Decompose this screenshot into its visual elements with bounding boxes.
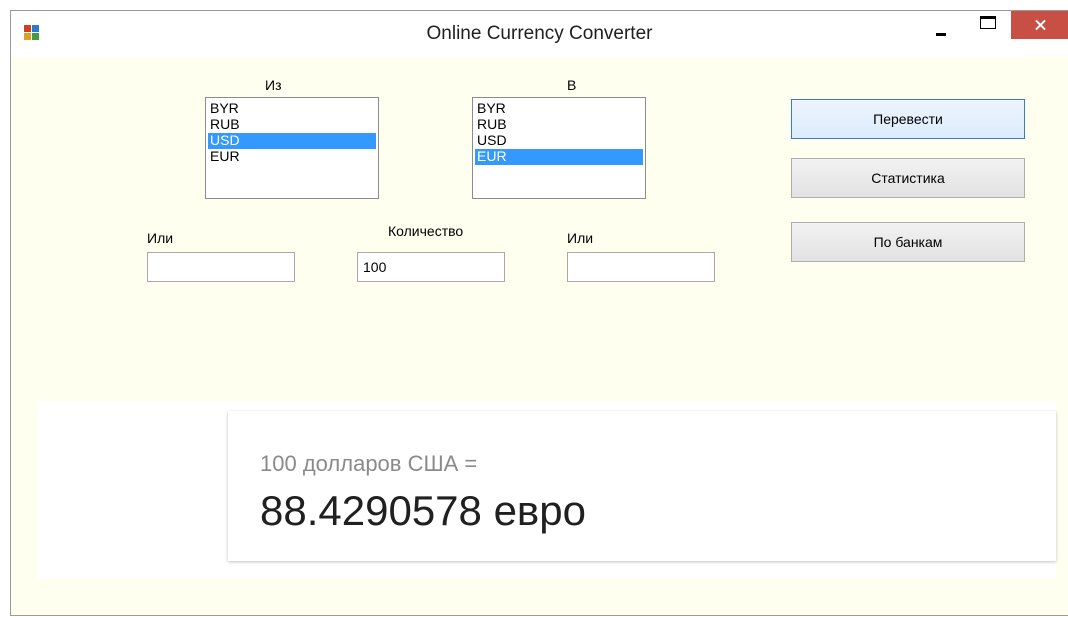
- amount-input[interactable]: [357, 252, 505, 282]
- to-list-item[interactable]: USD: [475, 133, 643, 149]
- result-value-text: 88.4290578 евро: [260, 487, 586, 534]
- statistics-button[interactable]: Статистика: [791, 158, 1025, 198]
- amount-label: Количество: [388, 223, 464, 239]
- from-currency-listbox[interactable]: BYR RUB USD EUR: [205, 97, 379, 199]
- title-bar[interactable]: Online Currency Converter: [11, 11, 1068, 57]
- to-label: В: [567, 77, 577, 93]
- from-label: Из: [265, 77, 282, 93]
- to-list-item[interactable]: BYR: [475, 101, 643, 117]
- to-currency-listbox[interactable]: BYR RUB USD EUR: [472, 97, 646, 199]
- to-or-input[interactable]: [567, 252, 715, 282]
- app-window: Online Currency Converter Из BYR RUB USD EU…: [10, 10, 1068, 616]
- window-title: Online Currency Converter: [426, 23, 653, 44]
- from-list-item[interactable]: USD: [208, 133, 376, 149]
- from-list-item[interactable]: RUB: [208, 117, 376, 133]
- minimize-icon[interactable]: [921, 11, 961, 41]
- maximize-icon[interactable]: [968, 11, 1008, 41]
- from-list-item[interactable]: EUR: [208, 149, 376, 165]
- by-banks-button[interactable]: По банкам: [791, 222, 1025, 262]
- close-icon[interactable]: [1011, 11, 1068, 39]
- to-list-item[interactable]: RUB: [475, 117, 643, 133]
- from-or-input[interactable]: [147, 252, 295, 282]
- convert-button[interactable]: Перевести: [791, 99, 1025, 139]
- result-source-text: 100 долларов США =: [260, 451, 478, 476]
- from-list-item[interactable]: BYR: [208, 101, 376, 117]
- to-or-label: Или: [567, 230, 594, 246]
- to-list-item[interactable]: EUR: [475, 149, 643, 165]
- result-panel: 100 долларов США = 88.4290578 евро: [38, 401, 1056, 579]
- result-card: 100 долларов США = 88.4290578 евро: [228, 411, 1056, 561]
- from-or-label: Или: [147, 230, 174, 246]
